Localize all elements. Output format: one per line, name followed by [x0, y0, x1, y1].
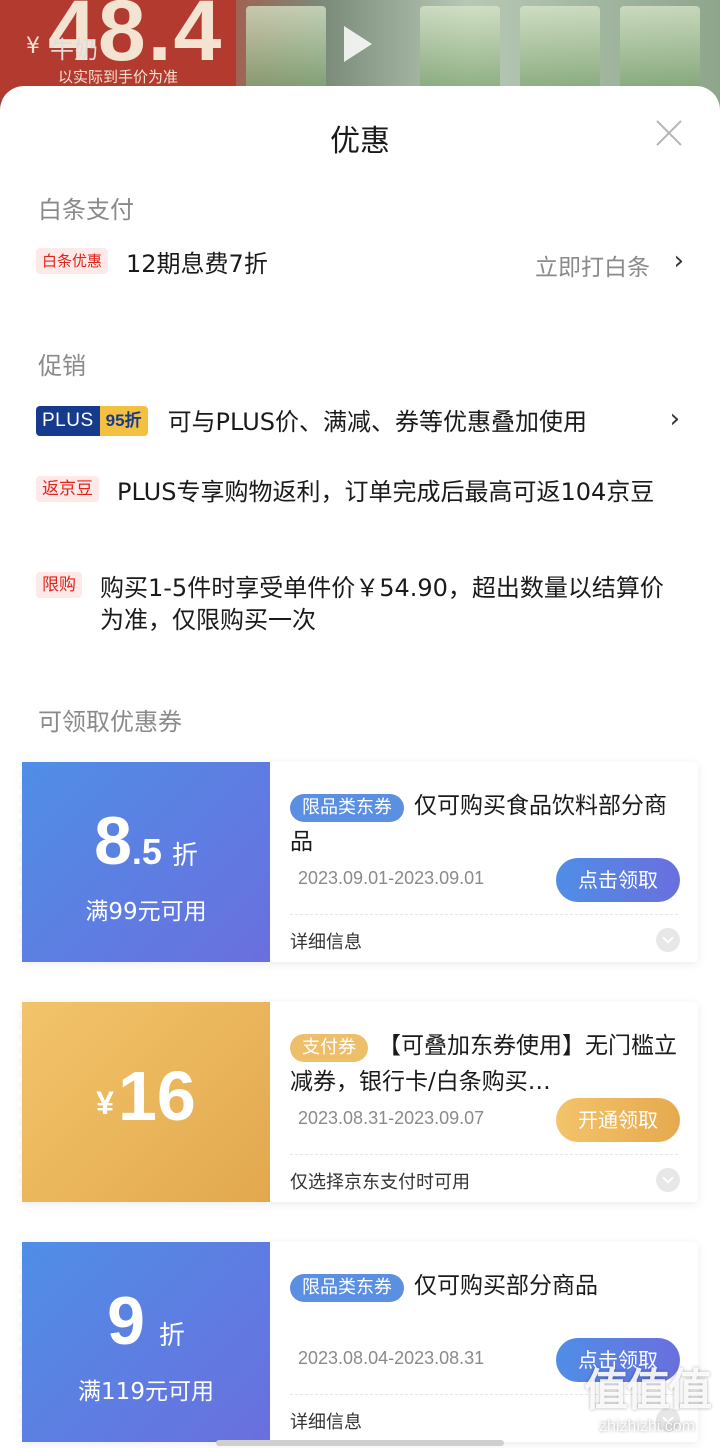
banner-price-note: 以实际到手价为准: [58, 68, 179, 86]
limit-text: 购买1-5件时享受单件价￥54.90，超出数量以结算价为准，仅限购买一次: [100, 574, 664, 634]
coupon-value: 8.5 折: [22, 802, 270, 880]
coupon-description: 限品类东券 仅可购买食品饮料部分商品: [290, 788, 678, 860]
chevron-right-icon[interactable]: ›: [674, 246, 684, 276]
baitiao-tag: 白条优惠: [36, 248, 109, 274]
coupon-detail-label: 仅选择京东支付时可用: [290, 1172, 470, 1193]
coupon-value-panel: 9折 满119元可用: [18, 1242, 270, 1442]
claim-coupon-button[interactable]: 点击领取: [556, 858, 680, 902]
discount-sheet: 优惠 白条支付 白条优惠 12期息费7折 立即打白条 › 促销 PLUS 95折…: [0, 86, 720, 1448]
coupon-type-tag: 限品类东券: [290, 1274, 404, 1302]
baitiao-section-title: 白条支付: [38, 196, 134, 224]
promo-limit-row: 限购 购买1-5件时享受单件价￥54.90，超出数量以结算价为准，仅限购买一次: [36, 572, 690, 636]
coupon-currency: ¥: [96, 1085, 114, 1121]
play-icon[interactable]: [344, 26, 372, 62]
promo-plus-text: 可与PLUS价、满减、券等优惠叠加使用: [167, 408, 588, 436]
coupon-value: ¥16: [22, 1056, 270, 1136]
baitiao-row[interactable]: 白条优惠 12期息费7折 立即打白条 ›: [36, 246, 684, 282]
coupon-value-main: 16: [117, 1057, 196, 1135]
plus-badge-label: PLUS: [36, 406, 100, 436]
site-watermark: 值值值 zhizhizhi.com: [584, 1354, 712, 1436]
plus-95-badge: PLUS 95折: [36, 406, 148, 436]
home-indicator[interactable]: [216, 1440, 504, 1446]
coupon-desc-text: 仅可购买部分商品: [414, 1273, 598, 1299]
coupons-section-title: 可领取优惠券: [38, 708, 182, 736]
coupon-value-decimal: .5: [131, 831, 162, 872]
promo-jingdou-row: 返京豆 PLUS专享购物返利，订单完成后最高可返104京豆: [36, 476, 690, 508]
baitiao-text: 12期息费7折: [126, 250, 268, 278]
coupon-condition: 满119元可用: [78, 1379, 214, 1405]
limit-tag: 限购: [36, 572, 82, 598]
coupon-value-main: 9: [107, 1283, 145, 1359]
sheet-title: 优惠: [330, 124, 390, 159]
coupon-validity: 2023.08.31-2023.09.07: [298, 1108, 485, 1128]
coupon-validity: 2023.08.04-2023.08.31: [298, 1348, 485, 1368]
coupon-divider: [290, 1154, 678, 1155]
coupon-info: 限品类东券 仅可购买食品饮料部分商品 2023.09.01-2023.09.01 …: [270, 762, 698, 962]
promo-plus-row[interactable]: PLUS 95折 可与PLUS价、满减、券等优惠叠加使用 ›: [36, 404, 680, 438]
banner-search-text: 牛奶: [50, 36, 98, 64]
plus-badge-discount: 95折: [99, 406, 148, 436]
coupon-value-unit: 折: [171, 840, 198, 870]
coupon-value: 9折: [22, 1282, 270, 1360]
promo-section-title: 促销: [38, 352, 86, 380]
chevron-right-icon[interactable]: ›: [670, 404, 680, 434]
close-icon[interactable]: [654, 118, 684, 148]
coupon-value-unit: 折: [158, 1320, 185, 1350]
watermark-logo: 值值值: [584, 1365, 712, 1416]
watermark-url: zhizhizhi.com: [598, 1418, 696, 1435]
coupon-type-tag: 支付券: [290, 1034, 368, 1062]
banner-currency: ¥: [26, 34, 40, 59]
coupon-detail-label: 详细信息: [290, 1412, 362, 1433]
jingdou-text: PLUS专享购物返利，订单完成后最高可返104京豆: [117, 478, 655, 506]
coupon-card: 8.5 折 满99元可用 限品类东券 仅可购买食品饮料部分商品 2023.09.01…: [18, 762, 698, 962]
coupon-value-panel: ¥16: [18, 1002, 270, 1202]
coupon-card: ¥16 支付券 【可叠加东券使用】无门槛立减券，银行卡/白条购买… 2023.08…: [18, 1002, 698, 1202]
chevron-down-icon[interactable]: [656, 1168, 680, 1192]
coupon-divider: [290, 914, 678, 915]
coupon-detail-label: 详细信息: [290, 932, 362, 953]
activate-claim-button[interactable]: 开通领取: [556, 1098, 680, 1142]
coupon-condition: 满99元可用: [85, 899, 207, 925]
coupon-type-tag: 限品类东券: [290, 794, 404, 822]
chevron-down-icon[interactable]: [656, 928, 680, 952]
coupon-info: 支付券 【可叠加东券使用】无门槛立减券，银行卡/白条购买… 2023.08.31-…: [270, 1002, 698, 1202]
coupon-value-panel: 8.5 折 满99元可用: [18, 762, 270, 962]
price-banner: 48.4 ¥ 牛奶 以实际到手价为准: [0, 0, 236, 100]
baitiao-action[interactable]: 立即打白条: [535, 248, 650, 282]
jingdou-tag: 返京豆: [36, 476, 99, 502]
coupon-validity: 2023.09.01-2023.09.01: [298, 868, 485, 888]
coupon-description: 支付券 【可叠加东券使用】无门槛立减券，银行卡/白条购买…: [290, 1028, 678, 1100]
coupon-description: 限品类东券 仅可购买部分商品: [290, 1268, 678, 1304]
coupon-value-main: 8: [94, 803, 132, 879]
